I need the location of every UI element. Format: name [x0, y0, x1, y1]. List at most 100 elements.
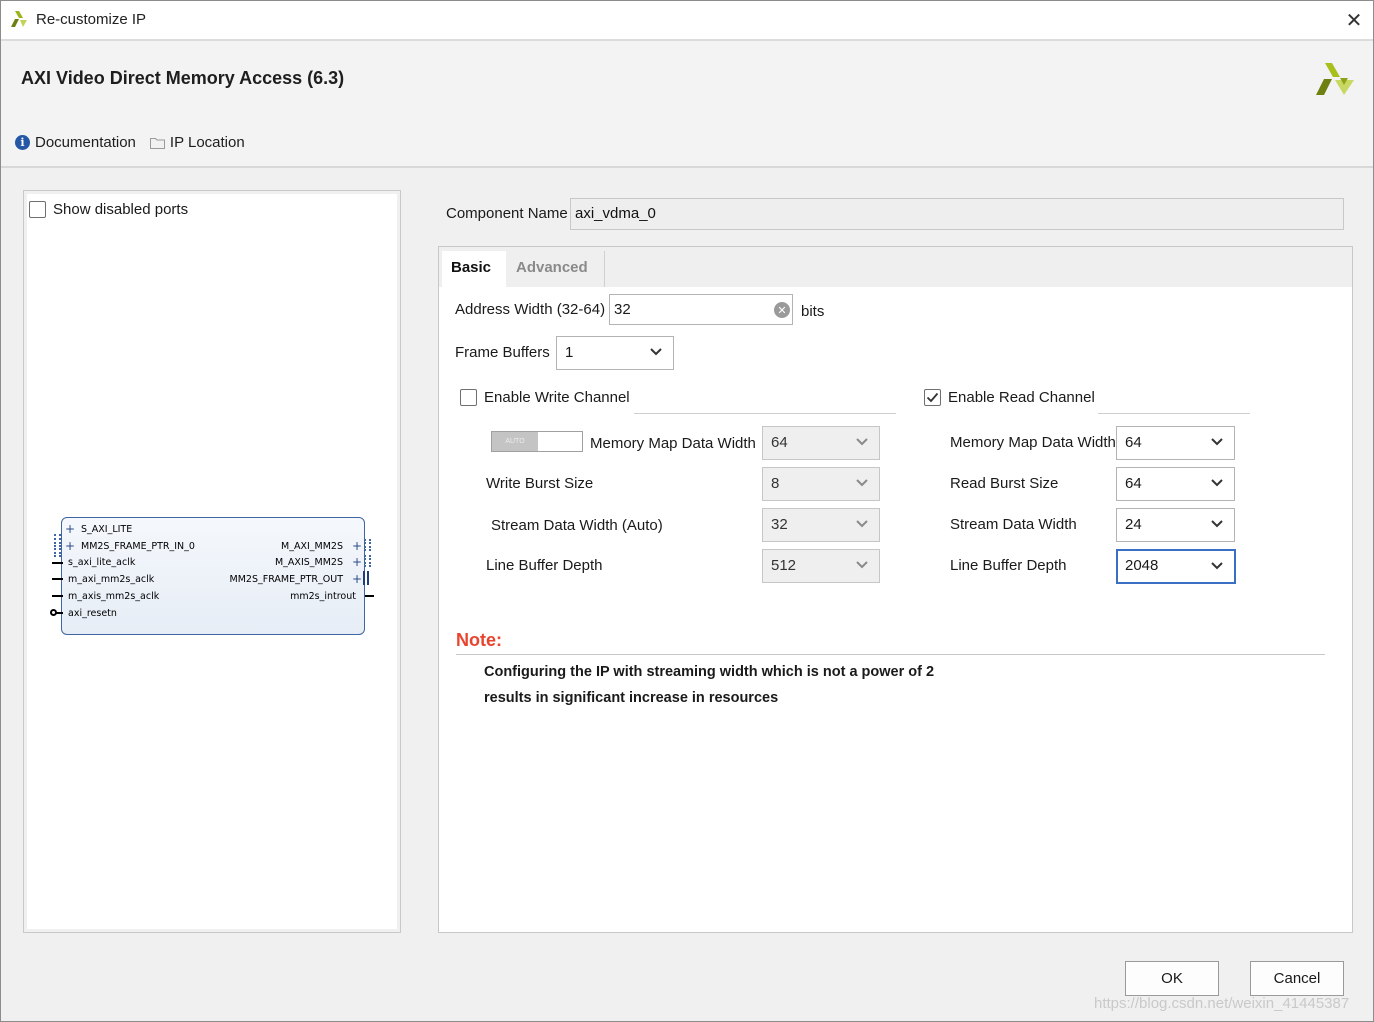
bus-pin — [364, 555, 371, 567]
clear-icon[interactable]: ✕ — [774, 302, 790, 318]
chevron-down-icon — [1211, 479, 1223, 487]
section-divider — [634, 413, 896, 414]
frame-buffers-value: 1 — [565, 344, 574, 361]
port-label: mm2s_introut — [290, 591, 356, 602]
note-divider — [456, 654, 1325, 655]
chevron-down-icon — [856, 520, 868, 528]
read-mm-data-width-label: Memory Map Data Width — [950, 434, 1116, 451]
read-line-buffer-depth-value: 2048 — [1125, 557, 1159, 574]
dialog-window: Re-customize IP ✕ AXI Video Direct Memor… — [0, 0, 1374, 1022]
write-line-buffer-depth-value: 512 — [771, 557, 797, 574]
close-icon: ✕ — [1345, 9, 1363, 32]
chevron-down-icon — [1211, 562, 1223, 570]
expand-icon[interactable]: + — [352, 573, 362, 585]
write-mm-data-width-label: Memory Map Data Width — [590, 435, 756, 452]
write-burst-size-select[interactable]: 8 — [762, 467, 880, 501]
ok-button[interactable]: OK — [1125, 961, 1219, 996]
expand-icon[interactable]: + — [352, 540, 362, 552]
port-label: s_axi_lite_aclk — [68, 557, 136, 568]
note-title: Note: — [456, 630, 502, 650]
auto-toggle[interactable]: AUTO — [491, 431, 583, 452]
chevron-down-icon — [856, 479, 868, 487]
close-button[interactable]: ✕ — [1339, 5, 1369, 35]
watermark: https://blog.csdn.net/weixin_41445387 — [1094, 995, 1350, 1012]
chevron-down-icon — [1211, 520, 1223, 528]
tab-advanced[interactable]: Advanced — [507, 251, 605, 287]
enable-read-channel-label: Enable Read Channel — [948, 389, 1095, 406]
write-burst-size-label: Write Burst Size — [486, 475, 594, 492]
port-label: m_axis_mm2s_aclk — [68, 591, 160, 602]
basic-tab-content: Address Width (32-64) 32 ✕ bits Frame Bu… — [439, 287, 1352, 932]
port-label: M_AXIS_MM2S — [274, 557, 343, 568]
expand-icon[interactable]: + — [65, 540, 75, 552]
cancel-button[interactable]: Cancel — [1250, 961, 1344, 996]
documentation-link[interactable]: i Documentation — [15, 134, 136, 151]
write-line-buffer-depth-label: Line Buffer Depth — [486, 557, 603, 574]
chevron-down-icon — [1211, 438, 1223, 446]
port-label: M_AXI_MM2S — [281, 541, 343, 552]
port-label: MM2S_FRAME_PTR_IN_0 — [81, 541, 195, 552]
component-name-label: Component Name — [446, 205, 568, 222]
write-burst-size-value: 8 — [771, 475, 780, 492]
header-separator — [1, 166, 1373, 168]
title-bar: Re-customize IP ✕ — [1, 1, 1373, 39]
expand-icon[interactable]: + — [352, 556, 362, 568]
read-stream-data-width-select[interactable]: 24 — [1116, 508, 1235, 542]
address-width-input[interactable]: 32 — [609, 294, 793, 325]
xilinx-logo-icon — [1316, 63, 1354, 95]
xilinx-logo-icon — [11, 11, 27, 27]
port-label: S_AXI_LITE — [81, 524, 133, 535]
read-stream-data-width-value: 24 — [1125, 516, 1142, 533]
read-mm-data-width-select[interactable]: 64 — [1116, 426, 1235, 460]
read-burst-size-select[interactable]: 64 — [1116, 467, 1235, 501]
write-stream-data-width-value: 32 — [771, 516, 788, 533]
ip-location-link[interactable]: IP Location — [149, 134, 245, 151]
info-icon: i — [15, 135, 30, 150]
chevron-down-icon — [856, 438, 868, 446]
bus-pin — [54, 545, 61, 557]
ip-symbol: + + S_AXI_LITE MM2S_FRAME_PTR_IN_0 s_axi… — [46, 512, 374, 636]
show-disabled-ports[interactable]: Show disabled ports — [29, 201, 188, 218]
enable-read-channel[interactable]: Enable Read Channel — [924, 389, 1095, 406]
pin-wire — [52, 578, 63, 580]
ip-location-label: IP Location — [169, 134, 245, 151]
read-line-buffer-depth-select[interactable]: 2048 — [1116, 549, 1236, 584]
port-label: m_axi_mm2s_aclk — [68, 574, 155, 585]
enable-read-channel-checkbox[interactable] — [924, 389, 941, 406]
read-mm-data-width-value: 64 — [1125, 434, 1142, 451]
tab-strip: Basic Advanced — [439, 247, 1352, 287]
write-stream-data-width-select[interactable]: 32 — [762, 508, 880, 542]
port-label: MM2S_FRAME_PTR_OUT — [229, 574, 343, 585]
documentation-label: Documentation — [35, 134, 136, 151]
component-name-field[interactable]: axi_vdma_0 — [570, 198, 1344, 230]
write-stream-data-width-label: Stream Data Width (Auto) — [491, 517, 663, 534]
pin-wire — [365, 595, 374, 597]
address-width-label: Address Width (32-64) — [455, 301, 606, 318]
frame-buffers-select[interactable]: 1 — [556, 336, 674, 370]
read-stream-data-width-label: Stream Data Width — [950, 516, 1077, 533]
chevron-down-icon — [856, 561, 868, 569]
frame-buffers-label: Frame Buffers — [455, 344, 550, 361]
tab-basic[interactable]: Basic — [442, 251, 506, 287]
write-mm-data-width-value: 64 — [771, 434, 788, 451]
enable-write-channel-label: Enable Write Channel — [484, 389, 630, 406]
write-mm-data-width-select[interactable]: 64 — [762, 426, 880, 460]
section-divider — [1098, 413, 1250, 414]
enable-write-channel-checkbox[interactable] — [460, 389, 477, 406]
read-burst-size-label: Read Burst Size — [950, 475, 1059, 492]
note-text-line-2: results in significant increase in resou… — [484, 690, 779, 706]
write-line-buffer-depth-select[interactable]: 512 — [762, 549, 880, 583]
chevron-down-icon — [650, 348, 662, 356]
symbol-panel: Show disabled ports + + S_AXI_LITE MM2S_… — [23, 190, 401, 933]
note-text-line-1: Configuring the IP with streaming width … — [484, 664, 935, 680]
expand-icon[interactable]: + — [65, 523, 75, 535]
read-line-buffer-depth-label: Line Buffer Depth — [950, 557, 1067, 574]
read-burst-size-value: 64 — [1125, 475, 1142, 492]
pin-wire — [52, 562, 63, 564]
checkmark-icon — [926, 392, 939, 403]
inverted-pin-icon — [50, 609, 57, 616]
show-disabled-ports-checkbox[interactable] — [29, 201, 46, 218]
window-title: Re-customize IP — [36, 11, 147, 28]
enable-write-channel[interactable]: Enable Write Channel — [460, 389, 630, 406]
pin-wire — [52, 595, 63, 597]
